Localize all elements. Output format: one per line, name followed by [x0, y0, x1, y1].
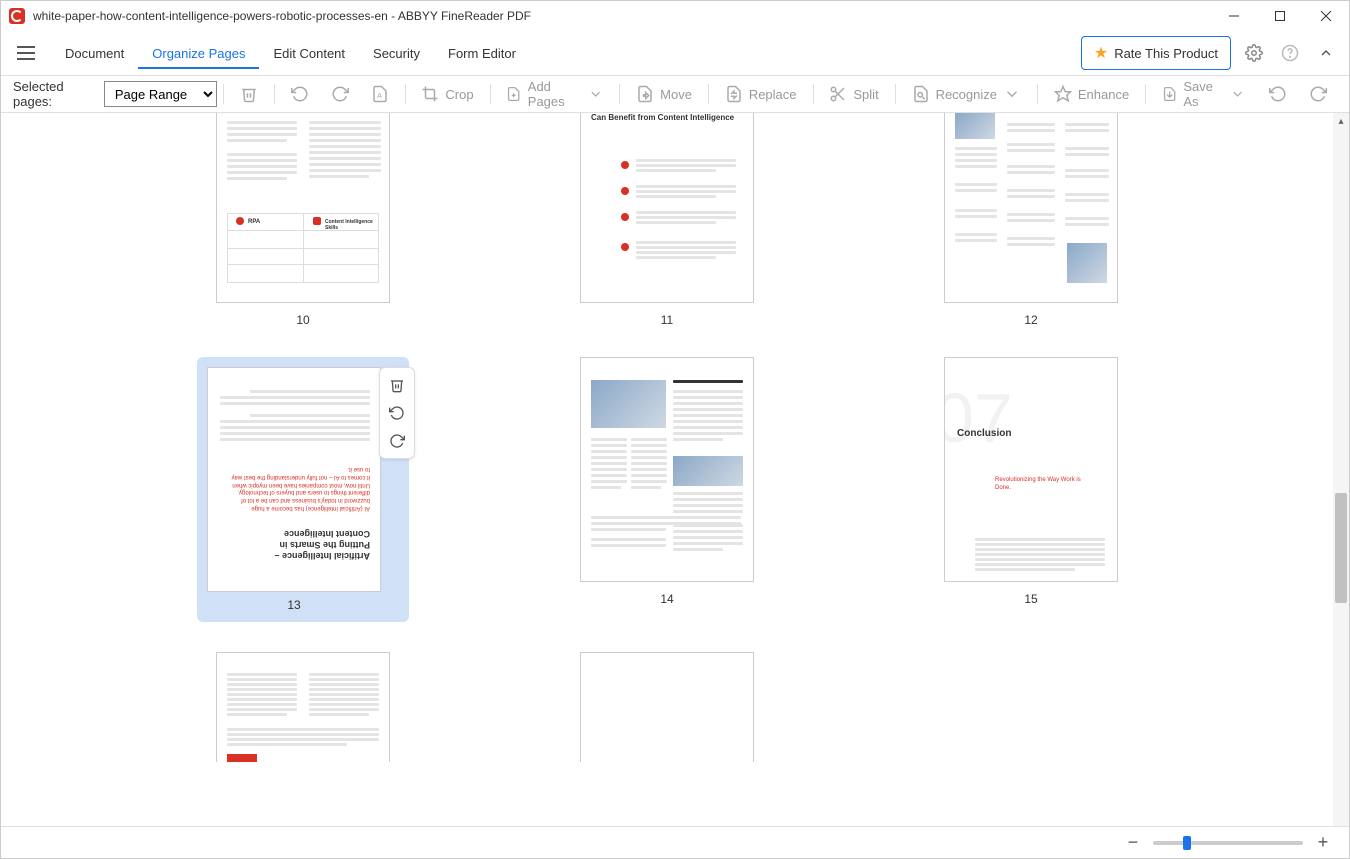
app-icon [9, 8, 25, 24]
content-area: RPA Content Intelligence Skills 10 Can B… [1, 113, 1349, 826]
scroll-up-arrow[interactable]: ▴ [1333, 113, 1349, 129]
menu-document[interactable]: Document [51, 38, 138, 69]
rotate-left-button[interactable] [281, 81, 319, 107]
maximize-button[interactable] [1257, 1, 1303, 31]
star-icon: ★ [1094, 43, 1108, 63]
footer: − + [1, 826, 1349, 858]
page-number: 15 [1024, 592, 1037, 606]
menu-edit-content[interactable]: Edit Content [259, 38, 359, 69]
page-thumbnail-15[interactable]: 07 Conclusion Revolutionizing the Way Wo… [944, 357, 1118, 622]
redo-button[interactable] [1299, 81, 1337, 107]
gear-icon[interactable] [1241, 40, 1267, 66]
page-thumbnail-12[interactable]: 12 [944, 113, 1118, 327]
chevron-up-icon[interactable] [1313, 40, 1339, 66]
page-number: 12 [1024, 313, 1037, 327]
add-pages-button[interactable]: Add Pages [496, 75, 613, 113]
page-range-select[interactable]: Page Range [104, 81, 217, 107]
zoom-in-button[interactable]: + [1313, 832, 1333, 853]
title-bar: white-paper-how-content-intelligence-pow… [1, 1, 1349, 31]
delete-page-button[interactable] [384, 372, 410, 398]
selected-pages-label: Selected pages: [13, 79, 94, 109]
close-button[interactable] [1303, 1, 1349, 31]
undo-button[interactable] [1259, 81, 1297, 107]
minimize-button[interactable] [1211, 1, 1257, 31]
page-number: 11 [661, 313, 673, 327]
rotate-right-button[interactable] [321, 81, 359, 107]
page-thumbnail-16[interactable] [216, 652, 390, 762]
rate-product-label: Rate This Product [1114, 46, 1218, 61]
page-number: 14 [660, 592, 673, 606]
menu-bar: Document Organize Pages Edit Content Sec… [1, 31, 1349, 75]
menu-organize-pages[interactable]: Organize Pages [138, 38, 259, 69]
enhance-button[interactable]: Enhance [1044, 81, 1139, 107]
menu-form-editor[interactable]: Form Editor [434, 38, 530, 69]
rotate-page-right-button[interactable] [384, 428, 410, 454]
rotate-page-left-button[interactable] [384, 400, 410, 426]
replace-button[interactable]: Replace [715, 81, 807, 107]
scrollbar-thumb[interactable] [1335, 493, 1347, 603]
window-title: white-paper-how-content-intelligence-pow… [33, 9, 1211, 23]
page-number: 10 [296, 313, 309, 327]
delete-button[interactable] [230, 81, 268, 107]
crop-button[interactable]: Crop [411, 81, 483, 107]
vertical-scrollbar[interactable]: ▴ [1333, 113, 1349, 826]
window-controls [1211, 1, 1349, 31]
page-number: 13 [287, 598, 300, 612]
page-thumbnail-14[interactable]: 14 [580, 357, 754, 622]
page-thumbnail-17[interactable] [580, 652, 754, 762]
recognize-button[interactable]: Recognize [902, 81, 1031, 107]
split-button[interactable]: Split [819, 81, 888, 107]
rate-product-button[interactable]: ★ Rate This Product [1081, 36, 1231, 70]
toolbar: Selected pages: Page Range A Crop Add Pa… [1, 75, 1349, 113]
page-thumbnail-11[interactable]: Can Benefit from Content Intelligence [580, 113, 754, 327]
page-thumbnail-10[interactable]: RPA Content Intelligence Skills 10 [216, 113, 390, 327]
zoom-slider[interactable] [1153, 841, 1303, 845]
save-as-button[interactable]: Save As [1152, 75, 1255, 113]
move-button[interactable]: Move [626, 81, 702, 107]
page-thumbnail-13[interactable]: Artificial Intelligence – Putting the Sm… [197, 357, 409, 622]
thumbnail-tools [379, 367, 415, 459]
correct-orientation-button[interactable]: A [361, 81, 399, 107]
svg-text:A: A [377, 91, 382, 100]
hamburger-menu[interactable] [11, 38, 41, 68]
menu-security[interactable]: Security [359, 38, 434, 69]
help-icon[interactable] [1277, 40, 1303, 66]
zoom-out-button[interactable]: − [1123, 832, 1143, 853]
